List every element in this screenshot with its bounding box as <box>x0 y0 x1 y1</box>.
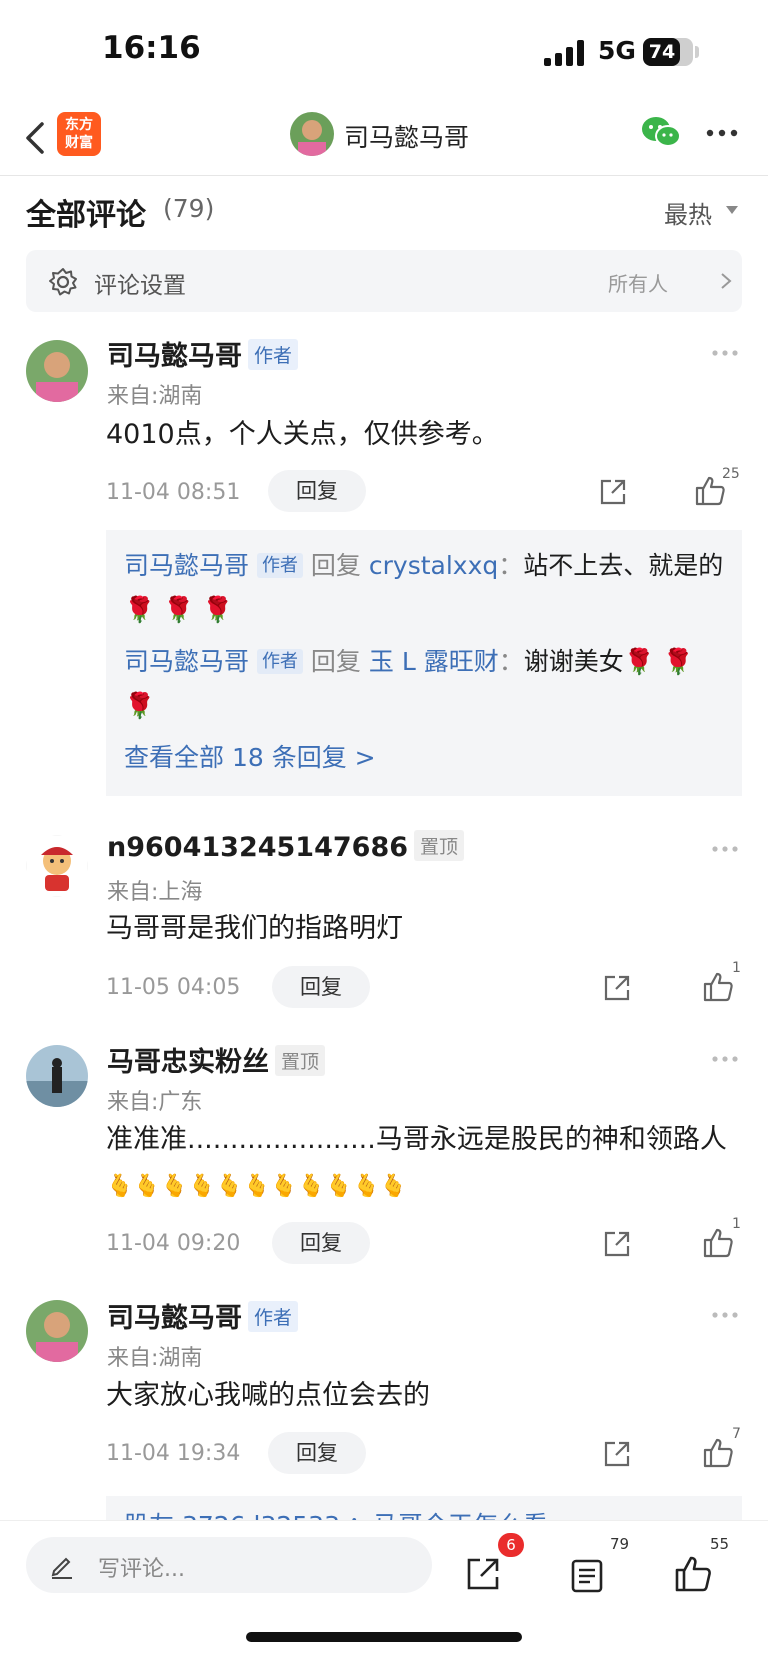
chevron-right-icon <box>721 273 732 289</box>
thumbs-up-icon[interactable] <box>702 1437 734 1469</box>
home-indicator <box>246 1632 522 1642</box>
reply-button[interactable]: 回复 <box>268 1432 366 1474</box>
section-title: 全部评论 <box>26 198 146 233</box>
comment-location: 来自:湖南 <box>107 384 203 409</box>
caret-down-icon[interactable] <box>726 206 738 214</box>
author-badge: 作者 <box>248 339 299 370</box>
comment-text: 4010点，个人关点，仅供参考。 <box>106 419 499 450</box>
bottom-action-bar: 写评论... 6 79 55 <box>0 1520 768 1665</box>
like-count: 7 <box>732 1426 741 1442</box>
thumbs-up-icon[interactable] <box>674 1555 712 1593</box>
author-avatar[interactable] <box>290 112 334 156</box>
gear-icon <box>49 268 77 296</box>
reply-button[interactable]: 回复 <box>268 470 366 512</box>
comment-text: 准准准......................马哥永远是股民的神和领路人🫰🫰… <box>106 1117 736 1209</box>
share-icon[interactable] <box>602 1229 632 1259</box>
comment-author[interactable]: 司马懿马哥 作者 <box>107 334 299 373</box>
wechat-icon[interactable] <box>640 114 682 150</box>
nav-bar: 东方 财富 司马懿马哥 <box>0 100 768 176</box>
more-options-icon[interactable] <box>711 1311 739 1319</box>
more-options-icon[interactable] <box>711 1055 739 1063</box>
comment-input[interactable]: 写评论... <box>26 1537 432 1593</box>
back-arrow-icon[interactable] <box>22 118 52 158</box>
thumbs-up-icon[interactable] <box>702 971 734 1003</box>
comment-location: 来自:广东 <box>107 1090 203 1115</box>
nav-title[interactable]: 司马懿马哥 <box>344 118 469 154</box>
share-icon[interactable] <box>602 1439 632 1469</box>
comment-location: 来自:上海 <box>107 880 203 905</box>
comment-location: 来自:湖南 <box>107 1346 203 1371</box>
status-time: 16:16 <box>102 30 201 66</box>
settings-value: 所有人 <box>608 272 668 296</box>
comment-text: 马哥哥是我们的指路明灯 <box>106 913 403 944</box>
comment-time: 11-04 08:51 <box>106 480 241 505</box>
avatar[interactable] <box>26 340 88 402</box>
settings-label: 评论设置 <box>94 273 186 299</box>
rose-icon: 🌹 🌹 🌹 <box>124 595 234 624</box>
network-type: 5G <box>598 36 636 65</box>
comment-author[interactable]: 司马懿马哥 作者 <box>107 1296 299 1335</box>
comment-count: (79) <box>163 194 215 223</box>
author-badge: 作者 <box>248 1301 299 1332</box>
battery-icon: 74 <box>643 38 693 66</box>
like-count: 1 <box>732 960 741 976</box>
share-icon[interactable] <box>602 973 632 1003</box>
avatar[interactable] <box>26 1300 88 1362</box>
pinned-badge: 置顶 <box>414 830 465 861</box>
more-options-icon[interactable] <box>711 845 739 853</box>
battery-level: 74 <box>648 41 676 63</box>
pencil-icon <box>51 1557 72 1579</box>
likes-count: 55 <box>710 1535 730 1553</box>
more-options-icon[interactable] <box>711 349 739 357</box>
share-icon[interactable] <box>464 1555 502 1593</box>
comment-placeholder: 写评论... <box>98 1557 185 1582</box>
status-bar: 16:16 5G 74 <box>0 0 768 100</box>
reply-button[interactable]: 回复 <box>272 1222 370 1264</box>
comments-count: 79 <box>610 1535 630 1553</box>
pinned-badge: 置顶 <box>275 1045 326 1076</box>
avatar[interactable] <box>26 1045 88 1107</box>
like-count: 25 <box>722 466 740 482</box>
app-logo[interactable]: 东方 财富 <box>57 112 101 156</box>
comment-time: 11-04 19:34 <box>106 1441 241 1466</box>
reply-button[interactable]: 回复 <box>272 966 370 1008</box>
comment-time: 11-04 09:20 <box>106 1231 241 1256</box>
comment-text: 大家放心我喊的点位会去的 <box>106 1380 430 1411</box>
view-all-replies-link[interactable]: 查看全部 18 条回复 > <box>124 738 376 774</box>
comment-author[interactable]: 马哥忠实粉丝 置顶 <box>107 1040 326 1079</box>
reply-thread: 司马懿马哥 作者 回复 crystalxxq：站不上去、就是的🌹 🌹 🌹 司马懿… <box>106 530 742 796</box>
battery-tip <box>695 46 699 58</box>
hands-emoji: 🫰🫰🫰🫰🫰🫰🫰🫰🫰🫰🫰 <box>106 1174 408 1199</box>
avatar[interactable] <box>26 835 88 897</box>
signal-icon <box>544 40 586 66</box>
sort-dropdown[interactable]: 最热 <box>664 195 712 230</box>
like-count: 1 <box>732 1216 741 1232</box>
thumbs-up-icon[interactable] <box>702 1227 734 1259</box>
comment-settings-bar[interactable]: 评论设置 所有人 <box>26 250 742 312</box>
reply-item[interactable]: 司马懿马哥 作者 回复 crystalxxq：站不上去、就是的🌹 🌹 🌹 <box>124 544 730 632</box>
share-badge: 6 <box>498 1533 524 1557</box>
reply-item[interactable]: 司马懿马哥 作者 回复 玉 L 露旺财：谢谢美女🌹 🌹 🌹 <box>124 640 730 728</box>
share-icon[interactable] <box>598 477 628 507</box>
comment-author[interactable]: n960413245147686 置顶 <box>107 830 465 863</box>
more-icon[interactable] <box>706 128 738 138</box>
comments-icon[interactable] <box>568 1557 606 1595</box>
comment-time: 11-05 04:05 <box>106 975 241 1000</box>
